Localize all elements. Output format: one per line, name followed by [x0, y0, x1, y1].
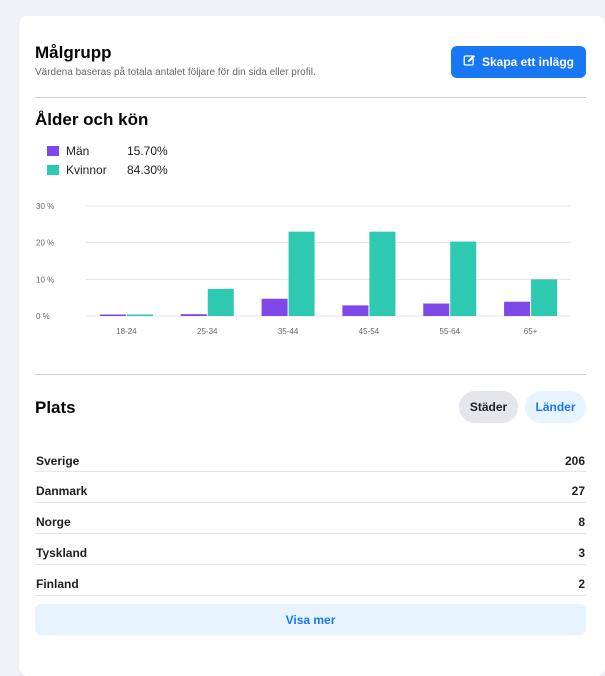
y-tick-label: 10 % — [36, 275, 54, 284]
audience-card: Målgrupp Värdena baseras på totala antal… — [19, 16, 605, 676]
legend-item-men: Män 15.70% — [47, 144, 247, 158]
bar-women-18-24[interactable] — [126, 314, 153, 317]
legend-value-women: 84.30% — [127, 163, 168, 177]
legend-value-men: 15.70% — [127, 144, 168, 158]
location-count-danmark: 27 — [571, 484, 585, 498]
edit-icon — [463, 54, 476, 70]
tab-countries[interactable]: Länder — [525, 391, 586, 423]
page-subtitle: Värdena baseras på totala antalet följar… — [35, 67, 316, 78]
legend-item-women: Kvinnor 84.30% — [47, 163, 247, 177]
x-tick-label: 55-64 — [440, 327, 461, 336]
legend-label-men: Män — [66, 144, 90, 158]
row-divider — [35, 471, 586, 472]
x-tick-label: 35-44 — [278, 327, 299, 336]
age-gender-chart: 30 % 20 % 10 % 0 % 18-24 25-34 35-44 45-54 55-64… — [36, 202, 571, 336]
bar-men-45-54[interactable] — [342, 305, 369, 316]
x-tick-label: 25-34 — [197, 327, 218, 336]
age-gender-title: Ålder och kön — [35, 110, 149, 129]
location-count-sverige: 206 — [564, 454, 585, 468]
location-count-finland: 2 — [578, 577, 585, 591]
header-divider — [35, 97, 586, 98]
location-divider — [35, 374, 586, 375]
y-tick-label: 30 % — [36, 202, 54, 211]
tab-cities[interactable]: Städer — [459, 391, 518, 423]
bar-men-25-34[interactable] — [180, 314, 207, 316]
legend-swatch-men — [47, 146, 59, 156]
create-post-button[interactable]: Skapa ett inlägg — [451, 46, 586, 78]
y-tick-label: 20 % — [36, 239, 54, 248]
location-name-sverige: Sverige — [36, 454, 80, 468]
row-divider — [35, 502, 586, 503]
bar-women-25-34[interactable] — [207, 288, 234, 316]
row-divider — [35, 595, 586, 596]
page-title: Målgrupp — [35, 43, 112, 62]
y-tick-label: 0 % — [36, 312, 50, 321]
bar-men-35-44[interactable] — [261, 298, 288, 316]
location-name-danmark: Danmark — [36, 484, 88, 498]
legend-swatch-women — [47, 165, 59, 175]
bar-women-35-44[interactable] — [288, 231, 315, 316]
location-name-tyskland: Tyskland — [36, 546, 88, 560]
location-name-finland: Finland — [36, 577, 79, 591]
x-tick-label: 65+ — [524, 327, 538, 336]
x-tick-label: 18-24 — [116, 327, 137, 336]
x-tick-label: 45-54 — [359, 327, 380, 336]
bar-men-65+[interactable] — [504, 301, 531, 316]
location-count-tyskland: 3 — [578, 546, 585, 560]
location-count-norge: 8 — [578, 515, 585, 529]
bar-women-45-54[interactable] — [369, 231, 396, 316]
bar-men-55-64[interactable] — [423, 303, 450, 316]
row-divider — [35, 533, 586, 534]
create-post-label: Skapa ett inlägg — [481, 55, 575, 69]
legend-label-women: Kvinnor — [66, 163, 107, 177]
location-title: Plats — [35, 398, 76, 417]
show-more-button[interactable]: Visa mer — [35, 604, 586, 635]
row-divider — [35, 564, 586, 565]
bar-women-55-64[interactable] — [450, 241, 477, 316]
location-name-norge: Norge — [36, 515, 71, 529]
bar-women-65+[interactable] — [531, 279, 558, 316]
bar-men-18-24[interactable] — [99, 314, 126, 317]
